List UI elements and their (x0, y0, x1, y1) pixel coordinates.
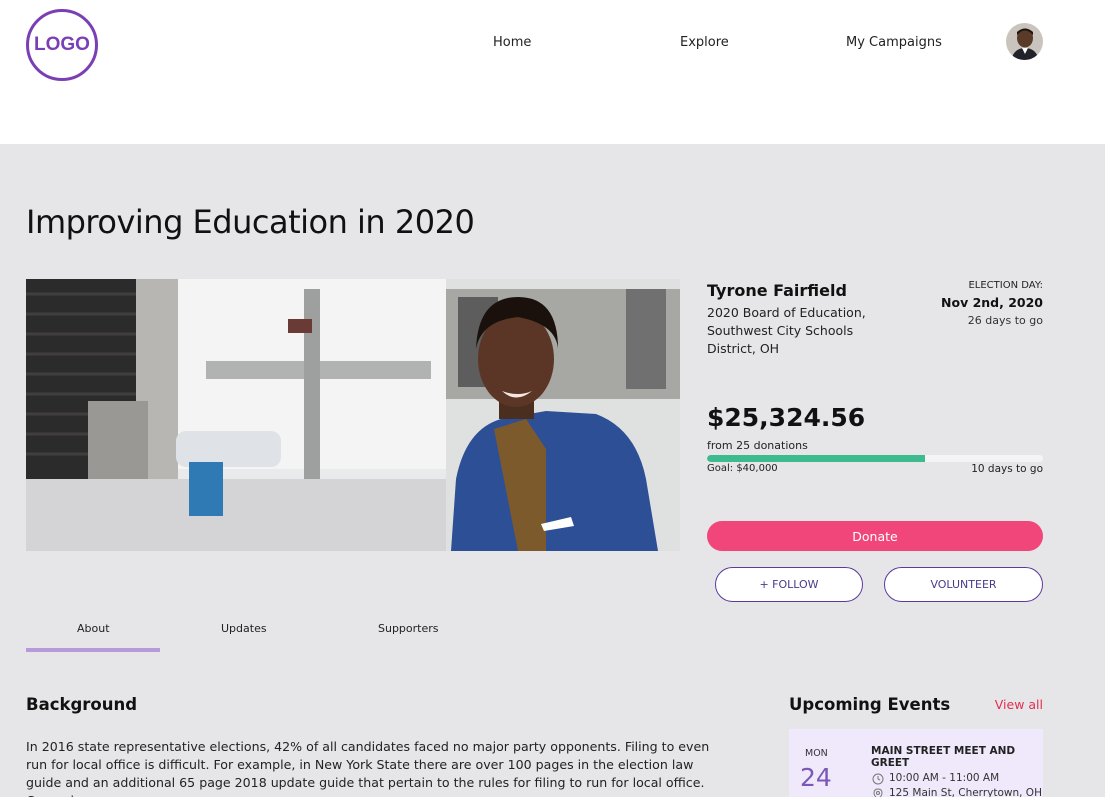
background-heading: Background (26, 695, 138, 714)
active-tab-indicator (26, 648, 160, 652)
nav-home-link[interactable]: Home (493, 35, 531, 50)
volunteer-button[interactable]: VOLUNTEER (884, 567, 1043, 602)
location-pin-icon (873, 788, 883, 797)
event-time: 10:00 AM - 11:00 AM (889, 772, 1000, 784)
upcoming-events-heading: Upcoming Events (789, 695, 951, 714)
funding-progress-fill (707, 455, 926, 462)
follow-button[interactable]: + FOLLOW (715, 567, 863, 602)
nav-my-campaigns-link[interactable]: My Campaigns (846, 35, 942, 50)
nav-explore-link[interactable]: Explore (680, 35, 729, 50)
donations-count: from 25 donations (707, 439, 808, 452)
funding-days-remaining: 10 days to go (971, 463, 1043, 475)
event-address: 125 Main St, Cherrytown, OH (889, 787, 1042, 797)
logo[interactable]: LOGO (26, 9, 98, 81)
donate-button[interactable]: Donate (707, 521, 1043, 551)
user-avatar-image (1006, 23, 1043, 60)
clock-icon (872, 773, 884, 785)
tab-updates[interactable]: Updates (221, 622, 267, 635)
candidate-office: 2020 Board of Education, Southwest City … (707, 305, 866, 356)
campaign-hero-image (26, 279, 680, 551)
election-day-label: ELECTION DAY: (968, 280, 1043, 291)
site-header: LOGO Home Explore My Campaigns (0, 0, 1105, 144)
funding-goal: Goal: $40,000 (707, 463, 778, 474)
event-card[interactable]: MON 24 MAIN STREET MEET AND GREET 10:00 … (789, 729, 1043, 797)
election-date: Nov 2nd, 2020 (941, 295, 1043, 310)
tab-about[interactable]: About (77, 622, 110, 635)
funding-progress-bar (707, 455, 1043, 462)
election-days-remaining: 26 days to go (967, 314, 1043, 327)
tab-supporters[interactable]: Supporters (378, 622, 439, 635)
page-title: Improving Education in 2020 (26, 203, 475, 241)
event-day: 24 (800, 763, 832, 792)
event-title: MAIN STREET MEET AND GREET (871, 745, 1016, 769)
event-month: MON (805, 748, 828, 759)
candidate-name: Tyrone Fairfield (707, 281, 847, 300)
user-avatar[interactable] (1006, 23, 1043, 60)
background-text: In 2016 state representative elections, … (26, 739, 710, 797)
amount-raised: $25,324.56 (707, 403, 866, 432)
view-all-events-link[interactable]: View all (995, 697, 1043, 712)
